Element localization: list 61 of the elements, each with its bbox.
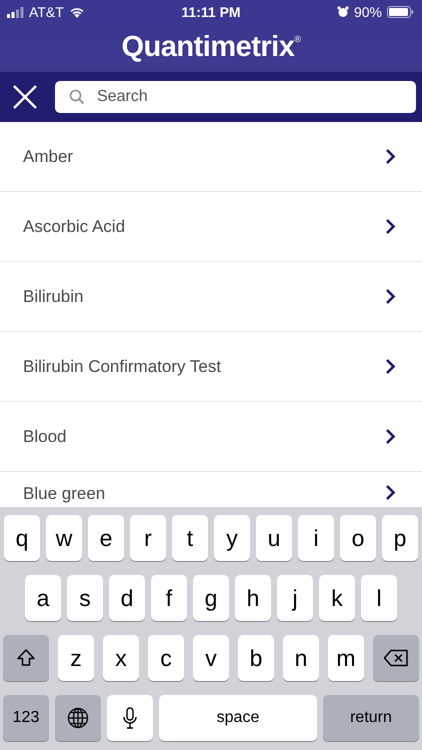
signal-icon xyxy=(7,6,24,18)
key[interactable]: u xyxy=(256,515,292,561)
key[interactable]: l xyxy=(361,575,397,621)
key[interactable]: x xyxy=(103,635,139,681)
key[interactable]: g xyxy=(193,575,229,621)
list-item[interactable]: Amber xyxy=(0,122,422,192)
key[interactable]: c xyxy=(148,635,184,681)
key[interactable]: y xyxy=(214,515,250,561)
key[interactable]: f xyxy=(151,575,187,621)
app-logo: Quantimetrix$^{®}$ xyxy=(121,30,300,65)
status-time: 11:11 PM xyxy=(181,4,241,20)
wifi-icon xyxy=(68,6,85,18)
shift-key[interactable] xyxy=(3,635,49,681)
chevron-icon xyxy=(385,288,396,305)
chevron-icon xyxy=(385,428,396,445)
battery-icon xyxy=(387,6,414,18)
globe-icon xyxy=(67,707,89,729)
carrier-name: AT&T xyxy=(29,4,64,20)
key[interactable]: n xyxy=(283,635,319,681)
search-icon xyxy=(69,89,85,105)
search-field[interactable]: Search xyxy=(55,81,416,113)
list-item[interactable]: Bilirubin xyxy=(0,262,422,332)
list-item[interactable]: Blue green xyxy=(0,472,422,507)
key[interactable]: a xyxy=(25,575,61,621)
microphone-icon xyxy=(123,707,137,729)
close-icon xyxy=(12,84,38,110)
return-key[interactable]: return xyxy=(323,695,419,741)
key[interactable]: i xyxy=(298,515,334,561)
key[interactable]: m xyxy=(328,635,364,681)
key[interactable]: j xyxy=(277,575,313,621)
key[interactable]: r xyxy=(130,515,166,561)
close-button[interactable] xyxy=(11,83,39,111)
list-item[interactable]: Bilirubin Confirmatory Test xyxy=(0,332,422,402)
key[interactable]: d xyxy=(109,575,145,621)
key[interactable]: b xyxy=(238,635,274,681)
chevron-icon xyxy=(385,218,396,235)
backspace-icon xyxy=(383,649,409,667)
space-key[interactable]: space xyxy=(159,695,317,741)
chevron-icon xyxy=(385,358,396,375)
key[interactable]: e xyxy=(88,515,124,561)
key[interactable]: t xyxy=(172,515,208,561)
key[interactable]: v xyxy=(193,635,229,681)
key[interactable]: p xyxy=(382,515,418,561)
list-item[interactable]: Ascorbic Acid xyxy=(0,192,422,262)
battery-percent: 90% xyxy=(354,4,382,20)
microphone-key[interactable] xyxy=(107,695,153,741)
key[interactable]: o xyxy=(340,515,376,561)
backspace-key[interactable] xyxy=(373,635,419,681)
key[interactable]: k xyxy=(319,575,355,621)
list-item[interactable]: Blood xyxy=(0,402,422,472)
key[interactable]: h xyxy=(235,575,271,621)
chevron-icon xyxy=(385,148,396,165)
key[interactable]: s xyxy=(67,575,103,621)
alarm-icon xyxy=(336,6,349,18)
chevron-icon xyxy=(385,484,396,501)
globe-key[interactable] xyxy=(55,695,101,741)
numbers-key[interactable]: 123 xyxy=(3,695,49,741)
key[interactable]: q xyxy=(4,515,40,561)
key[interactable]: z xyxy=(58,635,94,681)
shift-icon xyxy=(16,648,36,668)
key[interactable]: w xyxy=(46,515,82,561)
